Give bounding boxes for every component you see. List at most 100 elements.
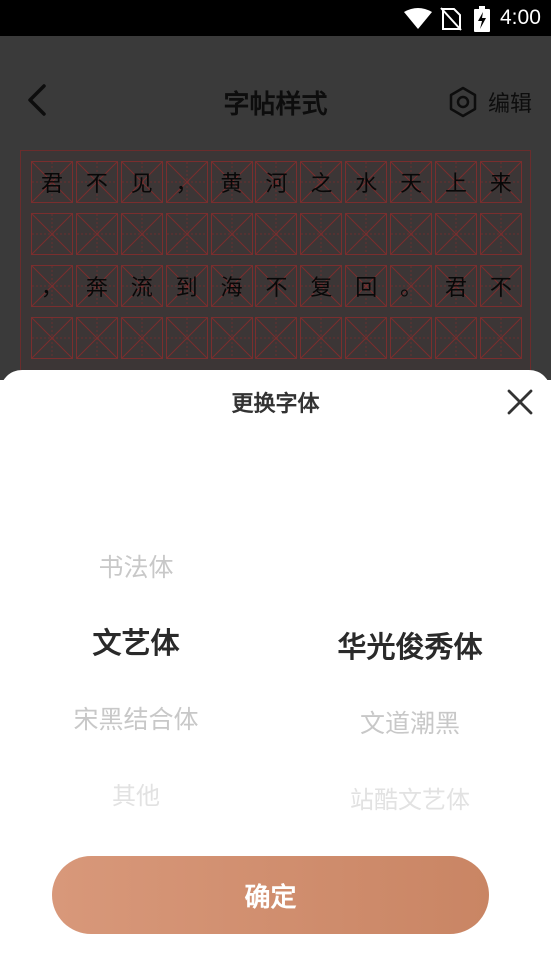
sheet-title: 更换字体 xyxy=(231,392,320,417)
grid-guide-icon xyxy=(346,214,387,254)
grid-guide-icon xyxy=(256,318,297,358)
font-option[interactable]: 书法体 xyxy=(36,548,236,584)
grid-guide-icon xyxy=(480,214,521,254)
copybook-char: 之 xyxy=(310,172,333,197)
copybook-char: ， xyxy=(40,276,63,301)
copybook-cell: 黄 xyxy=(210,161,253,203)
font-option[interactable]: 文道潮黑 xyxy=(310,704,510,740)
status-time: 4:00 xyxy=(500,6,541,29)
copybook-cell: 不 xyxy=(479,265,522,307)
copybook-cell: 。 xyxy=(390,265,433,307)
copybook-cell: 复 xyxy=(300,265,343,307)
copybook-cell: ， xyxy=(165,161,208,203)
copybook-char: 上 xyxy=(445,172,468,197)
grid-guide-icon xyxy=(436,214,477,254)
grid-guide-icon xyxy=(256,214,297,254)
copybook-cell: 河 xyxy=(255,161,298,203)
grid-guide-icon xyxy=(391,318,432,358)
copybook-cell xyxy=(479,317,522,359)
status-bar: 4:00 xyxy=(0,0,551,36)
grid-guide-icon xyxy=(480,318,521,358)
copybook-row xyxy=(31,213,522,257)
grid-guide-icon xyxy=(301,214,342,254)
copybook-cell xyxy=(255,213,298,255)
grid-guide-icon xyxy=(166,214,207,254)
copybook-char: 复 xyxy=(310,276,333,301)
edit-button[interactable]: 编辑 xyxy=(448,84,532,120)
grid-guide-icon xyxy=(391,214,432,254)
copybook-cell xyxy=(31,213,73,255)
app-header: 字帖样式 编辑 xyxy=(0,36,551,150)
copybook-cell xyxy=(120,317,163,359)
edit-label: 编辑 xyxy=(488,92,533,117)
copybook-cell: 之 xyxy=(300,161,343,203)
copybook-grid: 君不见，黄河之水天上来，奔流到海不复回。君不 xyxy=(20,150,531,380)
copybook-cell: 不 xyxy=(255,265,298,307)
copybook-char: 流 xyxy=(130,276,153,301)
copybook-char: 黄 xyxy=(220,172,243,197)
copybook-cell xyxy=(390,213,433,255)
copybook-cell: 来 xyxy=(479,161,522,203)
copybook-cell: 君 xyxy=(31,161,73,203)
grid-guide-icon xyxy=(76,214,117,254)
font-picker-sheet: 更换字体 书法体 文艺体 宋黑结合体 其他 华光俊秀体 文道潮黑 站酷文艺体 确… xyxy=(0,370,551,980)
copybook-cell xyxy=(390,317,433,359)
font-option-selected[interactable]: 文艺体 xyxy=(36,620,236,662)
copybook-cell xyxy=(300,213,343,255)
copybook-cell: 奔 xyxy=(75,265,118,307)
copybook-cell xyxy=(435,317,478,359)
copybook-char: 到 xyxy=(175,276,198,301)
grid-guide-icon xyxy=(76,318,117,358)
grid-guide-icon xyxy=(301,318,342,358)
wifi-icon xyxy=(404,8,432,29)
copybook-cell xyxy=(345,317,388,359)
copybook-preview-area: 君不见，黄河之水天上来，奔流到海不复回。君不 xyxy=(0,150,551,380)
grid-guide-icon xyxy=(211,318,252,358)
copybook-row: ，奔流到海不复回。君不 xyxy=(31,265,522,309)
battery-charging-icon xyxy=(474,6,490,32)
confirm-button[interactable]: 确定 xyxy=(52,856,489,934)
copybook-cell: 水 xyxy=(345,161,388,203)
copybook-cell: 流 xyxy=(120,265,163,307)
grid-guide-icon xyxy=(121,318,162,358)
copybook-char: 。 xyxy=(400,276,423,301)
font-option[interactable]: 其他 xyxy=(36,776,236,811)
grid-guide-icon xyxy=(32,214,72,254)
copybook-cell: 不 xyxy=(75,161,118,203)
grid-guide-icon xyxy=(346,318,387,358)
copybook-row xyxy=(31,317,522,361)
copybook-cell: 海 xyxy=(210,265,253,307)
copybook-cell xyxy=(210,213,253,255)
grid-guide-icon xyxy=(211,214,252,254)
grid-guide-icon xyxy=(436,318,477,358)
copybook-cell xyxy=(210,317,253,359)
copybook-cell xyxy=(165,213,208,255)
no-sim-icon xyxy=(440,7,462,31)
copybook-cell xyxy=(300,317,343,359)
copybook-row: 君不见 ， 黄河之水天上来 xyxy=(31,161,522,205)
copybook-char: 水 xyxy=(355,172,378,197)
copybook-char: 天 xyxy=(400,172,423,197)
copybook-char: 不 xyxy=(489,276,512,301)
copybook-char: 回 xyxy=(355,276,378,301)
copybook-cell: 到 xyxy=(165,265,208,307)
grid-guide-icon xyxy=(121,214,162,254)
copybook-cell xyxy=(255,317,298,359)
copybook-char: 海 xyxy=(220,276,243,301)
copybook-char: 不 xyxy=(85,172,108,197)
copybook-cell xyxy=(165,317,208,359)
hexagon-gear-icon xyxy=(449,86,477,118)
copybook-cell xyxy=(345,213,388,255)
copybook-cell: 见 xyxy=(120,161,163,203)
grid-guide-icon xyxy=(32,318,72,358)
font-option-selected[interactable]: 华光俊秀体 xyxy=(310,624,510,666)
copybook-cell xyxy=(31,317,73,359)
font-option[interactable]: 宋黑结合体 xyxy=(36,700,236,736)
copybook-cell xyxy=(479,213,522,255)
copybook-cell xyxy=(75,317,118,359)
font-option[interactable]: 站酷文艺体 xyxy=(310,780,510,815)
copybook-cell: 君 xyxy=(435,265,478,307)
close-icon[interactable] xyxy=(506,388,534,416)
copybook-char: 见 xyxy=(130,172,153,197)
copybook-cell: ， xyxy=(31,265,73,307)
